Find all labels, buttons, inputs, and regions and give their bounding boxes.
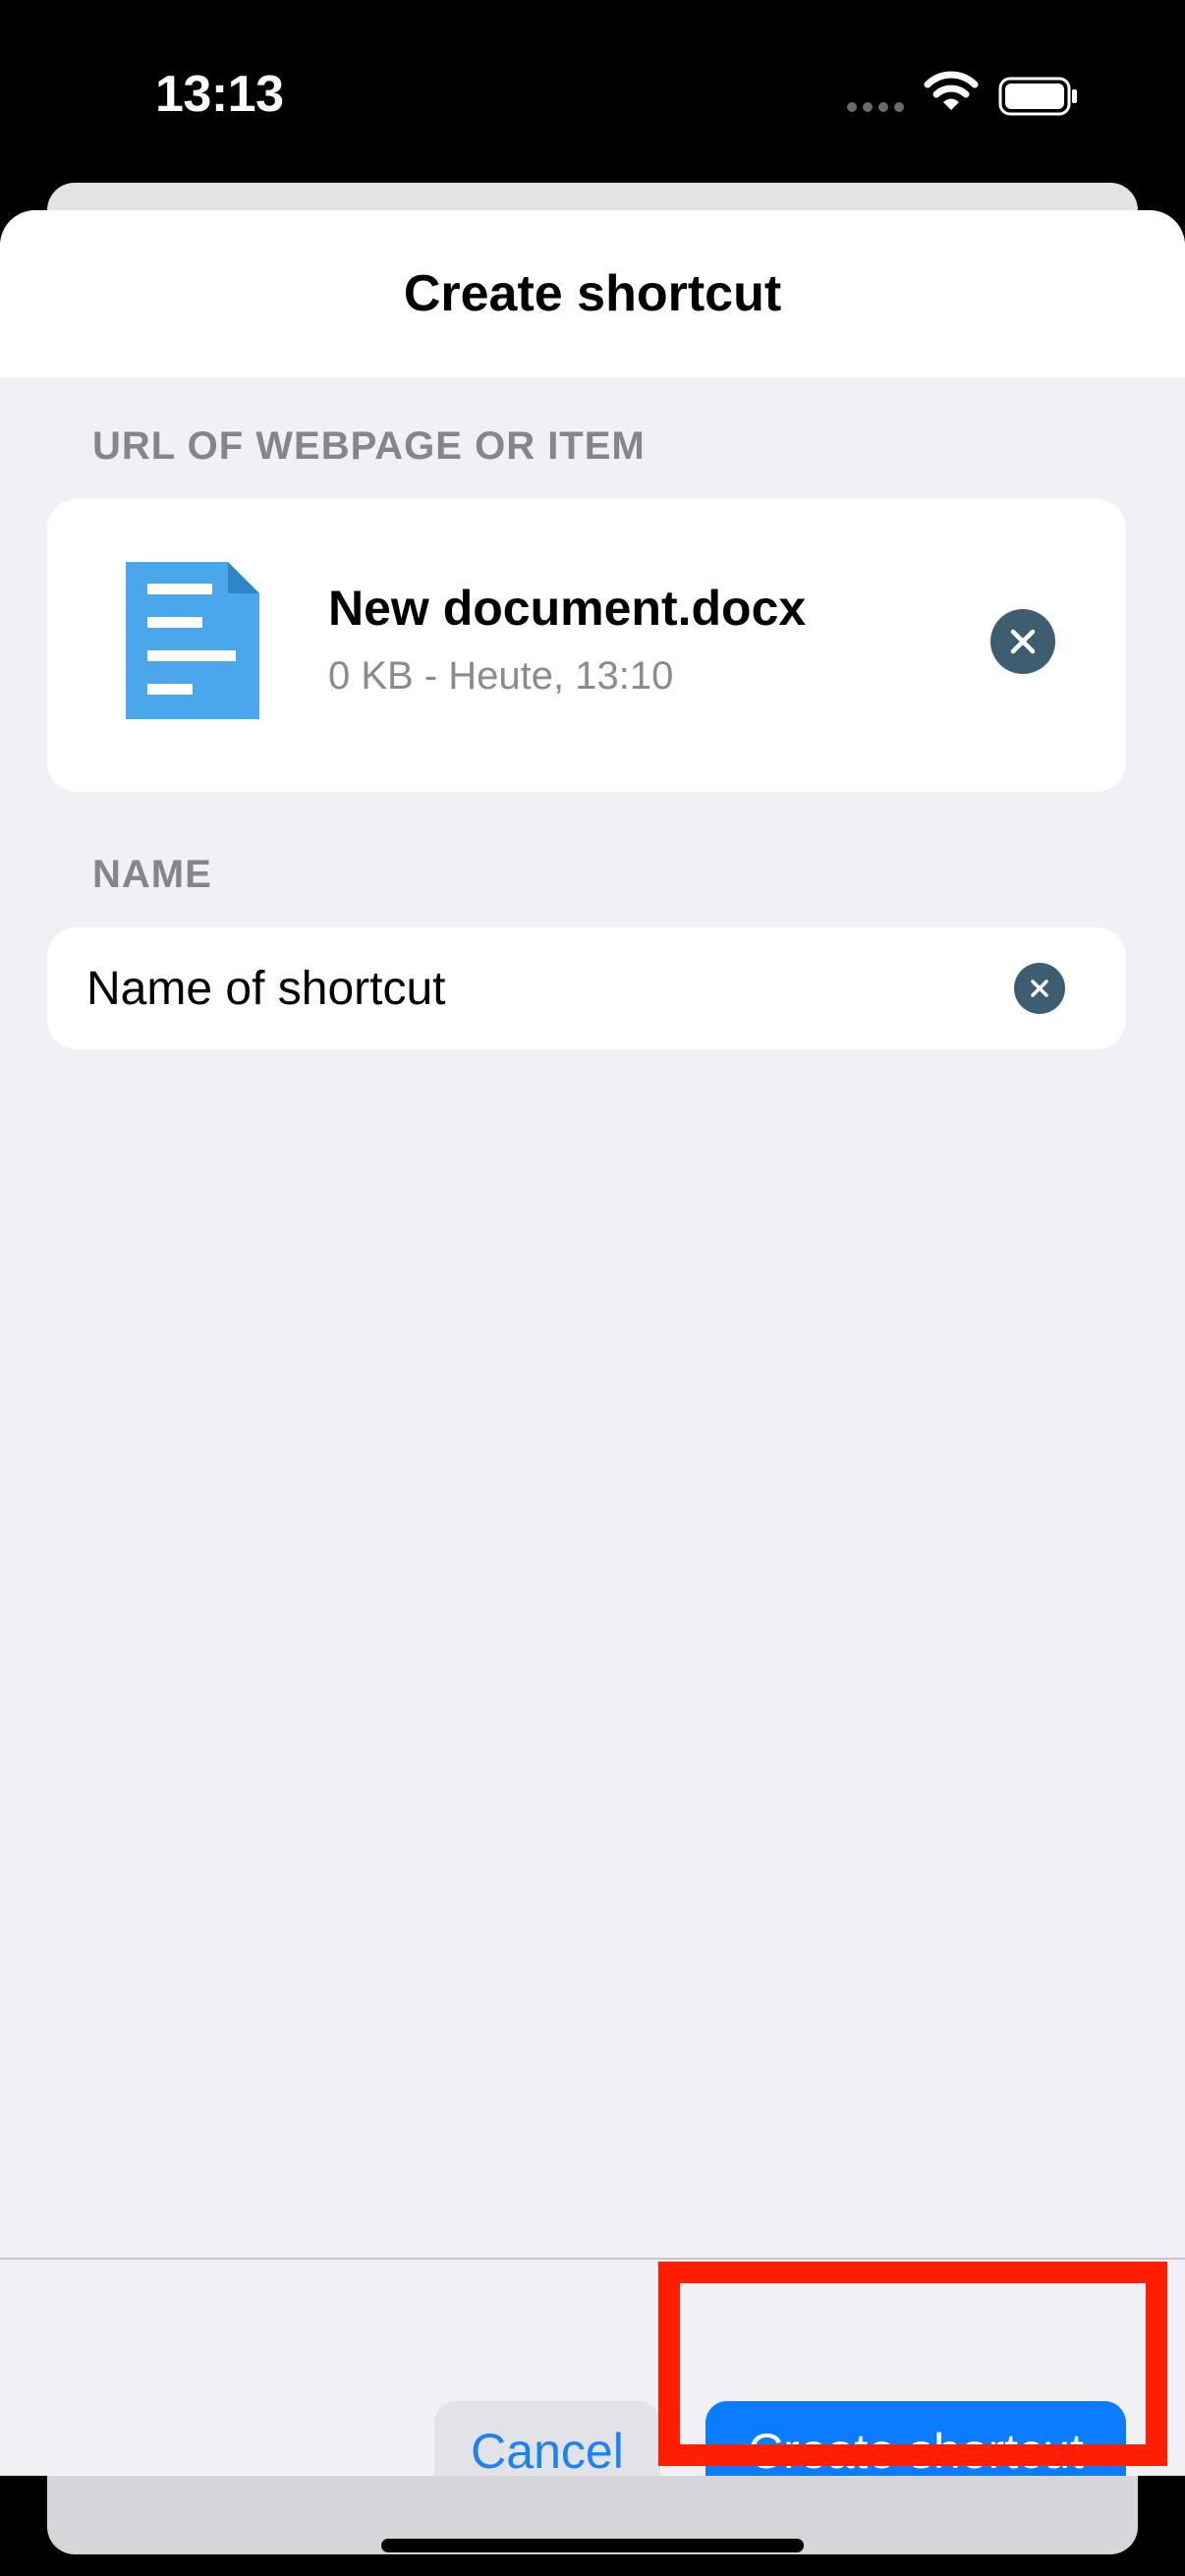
- sheet-header: Create shortcut: [0, 210, 1185, 377]
- status-time: 13:13: [155, 66, 284, 123]
- remove-file-button[interactable]: [990, 609, 1055, 674]
- cellular-signal-icon: [847, 102, 904, 112]
- close-icon: [1031, 980, 1048, 997]
- create-shortcut-button[interactable]: Create shortcut: [705, 2401, 1126, 2476]
- name-section-label: NAME: [92, 853, 212, 896]
- selected-file-card[interactable]: New document.docx 0 KB - Heute, 13:10: [47, 499, 1126, 792]
- close-icon: [1010, 629, 1036, 654]
- battery-icon: [998, 77, 1077, 116]
- name-field-card: [47, 927, 1126, 1049]
- file-meta: 0 KB - Heute, 13:10: [328, 654, 674, 698]
- create-shortcut-sheet: Create shortcut URL OF WEBPAGE OR ITEM N…: [0, 210, 1185, 2476]
- clear-name-button[interactable]: [1014, 963, 1065, 1014]
- wifi-icon: [924, 71, 979, 110]
- home-indicator: [381, 2539, 804, 2552]
- sheet-footer: Cancel Create shortcut: [0, 2260, 1185, 2476]
- document-icon: [126, 562, 259, 719]
- cancel-button[interactable]: Cancel: [434, 2401, 660, 2476]
- shortcut-name-input[interactable]: [86, 927, 971, 1049]
- url-section-label: URL OF WEBPAGE OR ITEM: [92, 424, 646, 468]
- sheet-title: Create shortcut: [403, 265, 782, 322]
- file-name: New document.docx: [328, 581, 807, 636]
